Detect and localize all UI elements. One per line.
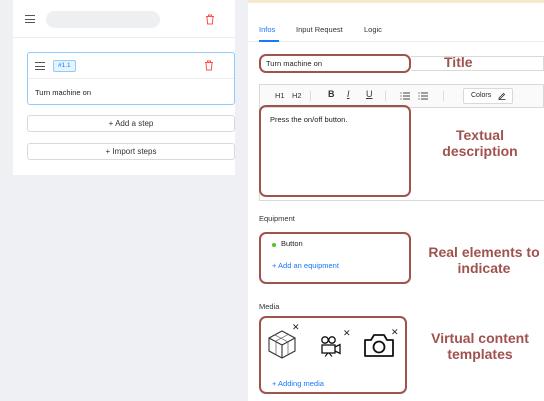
active-tab-indicator <box>259 40 279 42</box>
heading2-button[interactable]: H2 <box>292 91 302 100</box>
annotation-virtual-content: Virtual content templates <box>431 330 529 363</box>
toolbar-divider <box>310 91 311 101</box>
equipment-status-dot <box>272 243 276 247</box>
video-camera-icon[interactable] <box>319 335 343 357</box>
pencil-icon <box>498 92 506 100</box>
menu-icon[interactable] <box>25 15 35 23</box>
import-steps-button[interactable]: + Import steps <box>27 143 235 160</box>
equipment-item[interactable]: Button <box>281 239 303 248</box>
tab-logic[interactable]: Logic <box>364 25 382 34</box>
delete-icon[interactable] <box>205 14 215 25</box>
tab-bar: Infos Input Request Logic <box>248 14 544 42</box>
search-input[interactable] <box>46 11 160 28</box>
ordered-list-icon[interactable] <box>400 92 410 100</box>
equipment-label: Equipment <box>259 214 295 223</box>
bullet-list-icon[interactable] <box>418 92 428 100</box>
bold-button[interactable]: B <box>328 89 335 99</box>
toolbar-divider <box>443 91 444 101</box>
tab-input-request[interactable]: Input Request <box>296 25 343 34</box>
media-list: ✕ ✕ ✕ + Adding media <box>259 316 407 394</box>
add-equipment-link[interactable]: + Add an equipment <box>272 261 339 270</box>
italic-button[interactable]: I <box>347 89 350 99</box>
colors-button[interactable]: Colors <box>463 88 513 104</box>
annotation-real-elements: Real elements to indicate <box>428 244 540 277</box>
step-card-header: #1.1 <box>28 53 234 79</box>
annotation-title: Title <box>444 54 473 70</box>
step-card[interactable]: #1.1 Turn machine on <box>27 52 235 105</box>
close-icon[interactable]: ✕ <box>343 328 351 339</box>
delete-step-icon[interactable] <box>204 60 214 71</box>
step-title: Turn machine on <box>35 88 92 97</box>
drag-handle-icon[interactable] <box>35 62 45 70</box>
steps-header <box>13 0 235 38</box>
heading1-button[interactable]: H1 <box>275 91 285 100</box>
rich-text-toolbar: H1 H2 B I U Colors <box>259 84 544 107</box>
add-media-link[interactable]: + Adding media <box>272 379 324 388</box>
title-field-background <box>411 56 544 71</box>
annotation-textual-description: Textual description <box>442 127 518 160</box>
add-step-button[interactable]: + Add a step <box>27 115 235 132</box>
media-label: Media <box>259 302 280 311</box>
step-number-tag: #1.1 <box>53 60 76 72</box>
steps-card: #1.1 Turn machine on + Add a step + Impo… <box>13 0 235 175</box>
top-strip <box>248 0 544 3</box>
close-icon[interactable]: ✕ <box>292 322 300 333</box>
title-input[interactable]: Turn machine on <box>259 54 411 73</box>
toolbar-divider <box>385 91 386 101</box>
step-editor-panel: Infos Input Request Logic Turn machine o… <box>248 0 544 401</box>
colors-button-label: Colors <box>471 92 492 99</box>
close-icon[interactable]: ✕ <box>391 327 399 338</box>
underline-button[interactable]: U <box>366 89 373 99</box>
description-editor[interactable]: Press the on/off button. <box>259 105 411 197</box>
left-panel: #1.1 Turn machine on + Add a step + Impo… <box>0 0 248 401</box>
tab-infos[interactable]: Infos <box>259 25 275 34</box>
equipment-list: Button + Add an equipment <box>259 232 411 284</box>
